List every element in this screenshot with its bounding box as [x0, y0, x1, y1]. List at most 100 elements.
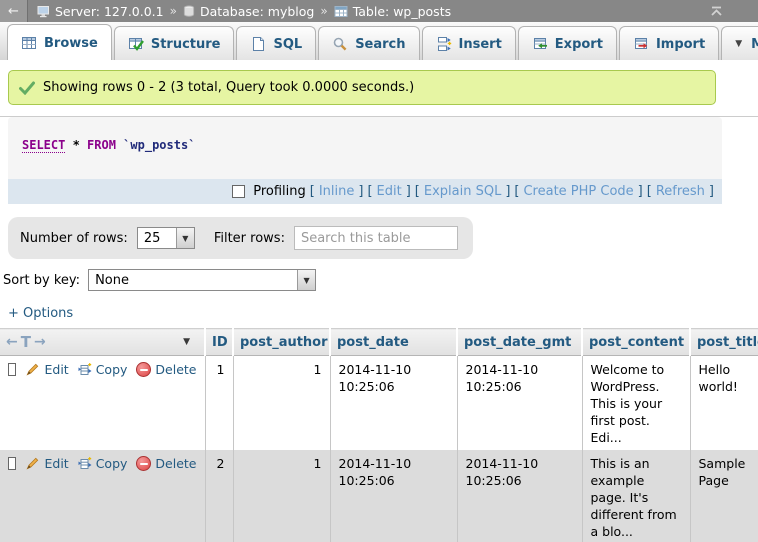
row-select-checkbox[interactable] [8, 457, 16, 470]
tab-search[interactable]: Search [318, 26, 419, 60]
column-header-post-title[interactable]: post_title [690, 329, 758, 356]
bracket: ] [638, 184, 643, 199]
tab-structure[interactable]: Structure [114, 26, 235, 60]
results-table: ←T→ ▼ ID post_author post_date post_date… [0, 328, 758, 542]
edit-label: Edit [44, 361, 68, 378]
profiling-checkbox[interactable] [232, 185, 245, 198]
tab-import[interactable]: Import [619, 26, 719, 60]
edit-link[interactable]: Edit [25, 361, 68, 378]
delete-label: Delete [155, 361, 196, 378]
import-icon [633, 36, 649, 52]
tab-export[interactable]: Export [518, 26, 617, 60]
rows-control-bar: Number of rows: 25 ▼ Filter rows: [8, 217, 473, 259]
cell-post-date-gmt: 2014-11-10 10:25:06 [457, 356, 582, 451]
tab-more-label: More [751, 37, 758, 52]
breadcrumb-database[interactable]: Database: myblog [183, 4, 314, 19]
table-row: Edit Copy Delete 2 1 2014-11-10 10:25:06… [0, 450, 758, 542]
breadcrumb-separator: » [320, 4, 327, 18]
create-php-code-link[interactable]: Create PHP Code [523, 184, 633, 199]
row-actions: Edit Copy Delete [0, 356, 205, 451]
sql-query-box: SELECT * FROM `wp_posts` [8, 117, 722, 179]
delete-link[interactable]: Delete [136, 455, 196, 472]
collapse-panel-button[interactable] [709, 6, 724, 17]
breadcrumb-server[interactable]: Server: 127.0.0.1 [37, 4, 164, 19]
copy-link[interactable]: Copy [78, 455, 128, 472]
edit-link[interactable]: Edit [25, 455, 68, 472]
explain-sql-link[interactable]: Explain SQL [424, 184, 501, 199]
check-icon [19, 81, 35, 95]
row-actions: Edit Copy Delete [0, 450, 205, 542]
options-toggle[interactable]: + Options [8, 306, 758, 321]
inline-link[interactable]: Inline [319, 184, 355, 199]
sort-by-key-value: None [89, 270, 297, 290]
success-message-text: Showing rows 0 - 2 (3 total, Query took … [43, 80, 414, 95]
results-table-wrapper: ←T→ ▼ ID post_author post_date post_date… [0, 328, 758, 542]
copy-icon [78, 363, 92, 377]
column-header-id[interactable]: ID [205, 329, 233, 356]
export-icon [532, 36, 548, 52]
sort-dropdown-icon[interactable]: ▼ [183, 337, 190, 347]
column-visibility-control[interactable]: ←T→ [6, 333, 47, 351]
tab-bar: Browse Structure SQL Search Insert Expor… [0, 22, 758, 60]
copy-label: Copy [96, 455, 128, 472]
filter-rows-input[interactable] [294, 226, 458, 250]
browse-icon [21, 35, 37, 51]
cell-id: 2 [205, 450, 233, 542]
breadcrumb: Server: 127.0.0.1 » Database: myblog » T… [37, 4, 451, 19]
database-icon [183, 5, 195, 18]
delete-icon [136, 362, 151, 377]
bracket: [ [367, 184, 372, 199]
number-of-rows-select[interactable]: 25 ▼ [137, 227, 195, 249]
table-row: Edit Copy Delete 1 1 2014-11-10 10:25:06… [0, 356, 758, 451]
sort-by-key-select[interactable]: None ▼ [88, 269, 316, 291]
breadcrumb-table[interactable]: Table: wp_posts [334, 4, 451, 19]
chevron-down-icon: ▼ [735, 39, 742, 49]
sort-row: Sort by key: None ▼ [3, 269, 758, 291]
tab-sql-label: SQL [273, 37, 302, 52]
bracket: ] [709, 184, 714, 199]
pencil-icon [25, 362, 40, 377]
edit-query-link[interactable]: Edit [377, 184, 402, 199]
column-header-post-date-gmt[interactable]: post_date_gmt [457, 329, 582, 356]
cell-post-title: Hello world! [690, 356, 758, 451]
breadcrumb-bar: ← Server: 127.0.0.1 » Database: myblog »… [0, 0, 758, 22]
cell-post-date: 2014-11-10 10:25:06 [330, 450, 457, 542]
breadcrumb-table-label: Table: wp_posts [353, 4, 451, 19]
number-of-rows-value: 25 [138, 228, 176, 248]
pencil-icon [25, 456, 40, 471]
action-column-header: ←T→ ▼ [0, 329, 205, 356]
tab-search-label: Search [355, 37, 405, 52]
breadcrumb-separator: » [170, 4, 177, 18]
arrow-left-icon: ← [6, 334, 19, 350]
number-of-rows-label: Number of rows: [20, 231, 128, 246]
row-select-checkbox[interactable] [8, 363, 16, 376]
chevron-down-icon: ▼ [176, 228, 194, 248]
table-icon [334, 5, 348, 18]
bracket: [ [647, 184, 652, 199]
refresh-link[interactable]: Refresh [656, 184, 705, 199]
tab-browse[interactable]: Browse [7, 24, 112, 60]
delete-link[interactable]: Delete [136, 361, 196, 378]
edit-label: Edit [44, 455, 68, 472]
sort-by-key-label: Sort by key: [3, 273, 80, 288]
tab-sql[interactable]: SQL [236, 26, 316, 60]
back-button[interactable]: ← [0, 0, 28, 22]
filter-rows-label: Filter rows: [214, 231, 285, 246]
tab-import-label: Import [656, 37, 705, 52]
tab-more[interactable]: ▼ More [721, 26, 758, 60]
tee-icon: T [21, 333, 32, 351]
delete-icon [136, 456, 151, 471]
profiling-bar: Profiling [ Inline ] [ Edit ] [ Explain … [8, 179, 722, 204]
success-message: Showing rows 0 - 2 (3 total, Query took … [8, 70, 716, 105]
tab-insert[interactable]: Insert [422, 26, 516, 60]
column-header-post-date[interactable]: post_date [330, 329, 457, 356]
column-header-post-content[interactable]: post_content [582, 329, 690, 356]
copy-link[interactable]: Copy [78, 361, 128, 378]
cell-post-date: 2014-11-10 10:25:06 [330, 356, 457, 451]
cell-id: 1 [205, 356, 233, 451]
cell-post-title: Sample Page [690, 450, 758, 542]
sql-keyword-select[interactable]: SELECT [22, 138, 65, 153]
copy-label: Copy [96, 361, 128, 378]
cell-post-author: 1 [233, 356, 330, 451]
column-header-post-author[interactable]: post_author [233, 329, 330, 356]
